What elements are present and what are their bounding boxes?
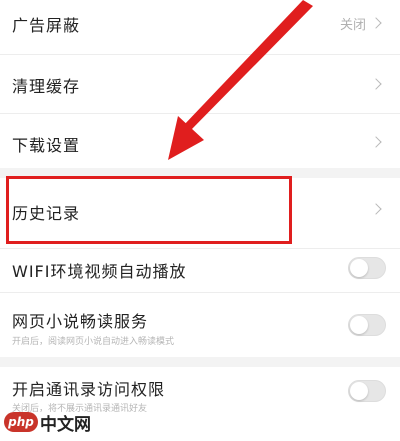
wifi-autoplay-label: WIFI环境视频自动播放 [12, 262, 187, 281]
ad-block-row[interactable]: 广告屏蔽 关闭 [0, 0, 400, 48]
novel-reading-label: 网页小说畅读服务 [12, 312, 149, 331]
toggle-knob [350, 382, 368, 400]
clear-cache-row[interactable]: 清理缓存 [0, 55, 400, 113]
ad-block-label: 广告屏蔽 [12, 16, 81, 35]
ad-block-value: 关闭 [339, 18, 366, 33]
novel-reading-description: 开启后，阅读网页小说自动进入畅读模式 [12, 337, 175, 347]
watermark: php 中文网 [4, 407, 124, 437]
wifi-autoplay-row: WIFI环境视频自动播放 [0, 249, 400, 289]
contacts-permission-toggle[interactable] [348, 380, 386, 402]
wifi-autoplay-toggle[interactable] [348, 257, 386, 279]
section-gap [0, 357, 400, 367]
chevron-right-icon [370, 136, 382, 148]
novel-reading-toggle[interactable] [348, 314, 386, 336]
download-settings-row[interactable]: 下载设置 [0, 114, 400, 169]
watermark-text: 中文网 [40, 415, 91, 435]
toggle-knob [350, 259, 368, 277]
watermark-logo: php [4, 412, 38, 432]
highlight-box [6, 176, 292, 244]
download-settings-label: 下载设置 [12, 136, 81, 155]
novel-reading-row: 网页小说畅读服务 开启后，阅读网页小说自动进入畅读模式 [0, 293, 400, 351]
chevron-right-icon [370, 78, 382, 90]
toggle-knob [350, 316, 368, 334]
chevron-right-icon [370, 17, 382, 29]
contacts-permission-label: 开启通讯录访问权限 [12, 380, 166, 399]
clear-cache-label: 清理缓存 [12, 77, 81, 96]
chevron-right-icon [370, 203, 382, 215]
